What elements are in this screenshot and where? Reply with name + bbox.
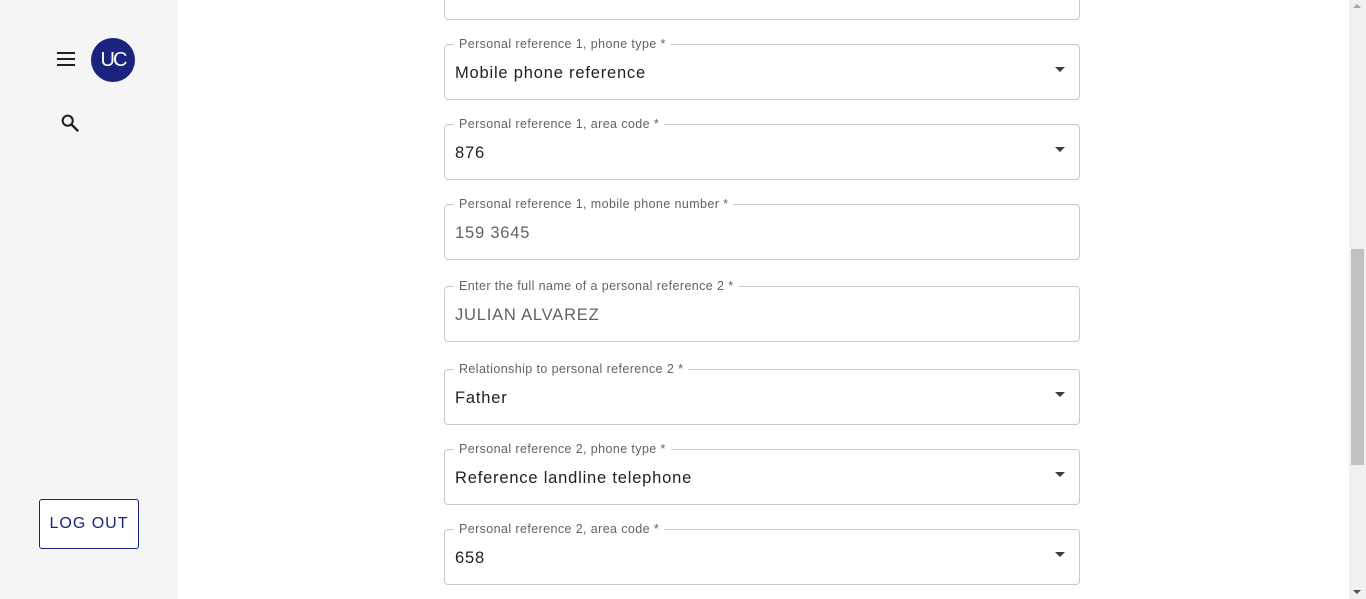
ref1-mobile-number-input[interactable]: Personal reference 1, mobile phone numbe… xyxy=(444,195,1080,260)
ref2-full-name-input[interactable]: Enter the full name of a personal refere… xyxy=(444,277,1080,342)
ref2-area-code-value: 658 xyxy=(455,549,485,567)
ref2-phone-type-select[interactable]: Personal reference 2, phone type * Refer… xyxy=(444,440,1080,505)
previous-field[interactable] xyxy=(444,0,1080,20)
avatar[interactable]: UC xyxy=(91,38,135,82)
scroll-thumb[interactable] xyxy=(1351,249,1364,465)
ref2-full-name-label: Enter the full name of a personal refere… xyxy=(454,277,739,295)
logout-button[interactable]: LOG OUT xyxy=(39,499,139,549)
ref2-full-name-value: JULIAN ALVAREZ xyxy=(455,306,600,324)
ref2-phone-type-label: Personal reference 2, phone type * xyxy=(454,440,671,458)
ref1-area-code-select[interactable]: Personal reference 1, area code * 876 xyxy=(444,115,1080,180)
ref1-phone-type-value: Mobile phone reference xyxy=(455,64,646,82)
ref1-area-code-value: 876 xyxy=(455,144,485,162)
dropdown-arrow-icon xyxy=(1055,472,1065,477)
scroll-up-arrow-icon[interactable] xyxy=(1353,4,1361,8)
ref1-phone-type-select[interactable]: Personal reference 1, phone type * Mobil… xyxy=(444,35,1080,100)
ref1-phone-type-label: Personal reference 1, phone type * xyxy=(454,35,671,53)
ref2-area-code-label: Personal reference 2, area code * xyxy=(454,520,665,538)
ref2-relationship-select[interactable]: Relationship to personal reference 2 * F… xyxy=(444,360,1080,425)
ref2-relationship-label: Relationship to personal reference 2 * xyxy=(454,360,689,378)
dropdown-arrow-icon xyxy=(1055,67,1065,72)
ref2-area-code-select[interactable]: Personal reference 2, area code * 658 xyxy=(444,520,1080,585)
search-icon[interactable] xyxy=(59,112,81,134)
hamburger-menu-icon[interactable] xyxy=(56,50,76,68)
ref2-relationship-value: Father xyxy=(455,389,508,407)
ref1-area-code-label: Personal reference 1, area code * xyxy=(454,115,665,133)
ref2-phone-type-value: Reference landline telephone xyxy=(455,469,693,487)
sidebar: UC LOG OUT xyxy=(0,0,178,599)
ref1-mobile-number-value: 159 3645 xyxy=(455,224,531,242)
dropdown-arrow-icon xyxy=(1055,147,1065,152)
scrollbar[interactable] xyxy=(1349,0,1366,599)
ref1-mobile-number-label: Personal reference 1, mobile phone numbe… xyxy=(454,195,734,213)
dropdown-arrow-icon xyxy=(1055,552,1065,557)
scroll-down-arrow-icon[interactable] xyxy=(1353,590,1361,594)
dropdown-arrow-icon xyxy=(1055,392,1065,397)
